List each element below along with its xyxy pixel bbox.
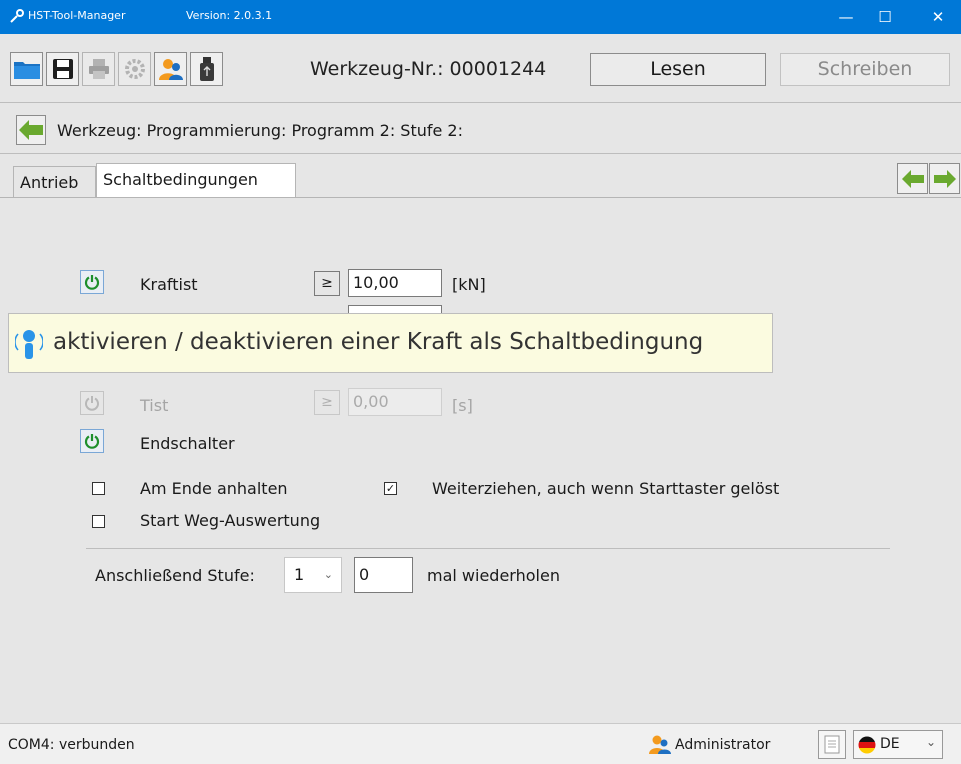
chevron-down-icon: ⌄	[926, 735, 937, 749]
settings-button[interactable]	[118, 52, 151, 86]
print-button[interactable]	[82, 52, 115, 86]
usb-stick-icon	[199, 57, 214, 81]
stage-select-value: 1	[294, 565, 305, 584]
stop-at-end-checkbox[interactable]	[92, 482, 105, 495]
kraft-toggle-button[interactable]	[80, 270, 104, 294]
save-icon	[52, 59, 73, 79]
breadcrumb: Werkzeug: Programmierung: Programm 2: St…	[57, 121, 463, 140]
status-bar: COM4: verbunden Administrator DE ⌄	[0, 723, 961, 764]
folder-icon	[13, 62, 40, 79]
app-name: HST-Tool-Manager	[28, 9, 126, 22]
followup-label: Anschließend Stufe:	[95, 566, 255, 585]
info-icon	[15, 330, 43, 359]
arrow-left-icon	[901, 169, 924, 188]
time-toggle-button[interactable]	[80, 391, 104, 415]
user-icon	[649, 735, 671, 754]
tab-schaltbedingungen[interactable]: Schaltbedingungen	[96, 163, 296, 197]
connection-status: COM4: verbunden	[8, 737, 135, 753]
tooltip-text: aktivieren / deaktivieren einer Kraft al…	[53, 329, 704, 355]
keep-pulling-checkbox[interactable]: ✓	[384, 482, 397, 495]
users-button[interactable]	[154, 52, 187, 86]
stop-at-end-label: Am Ende anhalten	[140, 479, 288, 498]
time-label: Tist	[140, 396, 169, 415]
close-button[interactable]: ✕	[915, 0, 961, 34]
arrow-left-icon	[19, 120, 43, 140]
language-code: DE	[880, 736, 900, 752]
endschalter-toggle-button[interactable]	[80, 429, 104, 453]
repeat-count-input[interactable]: 0	[354, 557, 413, 593]
repeat-label: mal wiederholen	[427, 566, 560, 585]
chevron-down-icon: ⌄	[323, 568, 333, 581]
language-select[interactable]: DE ⌄	[853, 730, 943, 759]
wrench-icon	[10, 9, 24, 23]
endschalter-label: Endschalter	[140, 434, 235, 453]
kraft-value-input[interactable]: 10,00	[348, 269, 442, 297]
users-icon	[158, 59, 183, 80]
next-tab-button[interactable]	[929, 163, 960, 194]
printer-icon	[88, 59, 109, 79]
title-bar: HST-Tool-Manager Version: 2.0.3.1 — ☐ ✕	[0, 0, 961, 34]
time-operator-button[interactable]: ≥	[314, 390, 340, 415]
app-version: Version: 2.0.3.1	[186, 9, 273, 22]
gear-icon	[124, 59, 145, 79]
time-value-input[interactable]: 0,00	[348, 388, 442, 416]
tool-number: Werkzeug-Nr.: 00001244	[310, 58, 547, 80]
prev-tab-button[interactable]	[897, 163, 928, 194]
open-button[interactable]	[10, 52, 43, 86]
kraft-operator-button[interactable]: ≥	[314, 271, 340, 296]
separator	[86, 548, 890, 549]
save-button[interactable]	[46, 52, 79, 86]
read-button[interactable]: Lesen	[590, 53, 766, 86]
tab-antrieb[interactable]: Antrieb	[13, 166, 96, 198]
power-icon	[85, 396, 99, 411]
kraft-unit: [kN]	[452, 275, 486, 294]
log-button[interactable]	[818, 730, 846, 759]
start-path-eval-label: Start Weg-Auswertung	[140, 511, 321, 530]
write-button[interactable]: Schreiben	[780, 53, 950, 86]
time-unit: [s]	[452, 396, 473, 415]
keep-pulling-label: Weiterziehen, auch wenn Starttaster gelö…	[432, 479, 780, 498]
breadcrumb-bar: Werkzeug: Programmierung: Programm 2: St…	[0, 103, 961, 154]
current-user: Administrator	[675, 737, 771, 753]
stage-select[interactable]: 1 ⌄	[284, 557, 342, 593]
usb-button[interactable]	[190, 52, 223, 86]
arrow-right-icon	[933, 169, 956, 188]
tooltip: aktivieren / deaktivieren einer Kraft al…	[8, 313, 773, 373]
document-icon	[824, 735, 840, 754]
back-button[interactable]	[16, 115, 46, 145]
kraft-label: Kraftist	[140, 275, 198, 294]
maximize-button[interactable]: ☐	[862, 0, 908, 34]
tab-divider	[0, 197, 961, 198]
start-path-eval-checkbox[interactable]	[92, 515, 105, 528]
power-icon	[84, 275, 100, 290]
german-flag-icon	[858, 736, 876, 754]
power-icon	[84, 434, 100, 449]
toolbar: Werkzeug-Nr.: 00001244 Lesen Schreiben	[0, 34, 961, 103]
